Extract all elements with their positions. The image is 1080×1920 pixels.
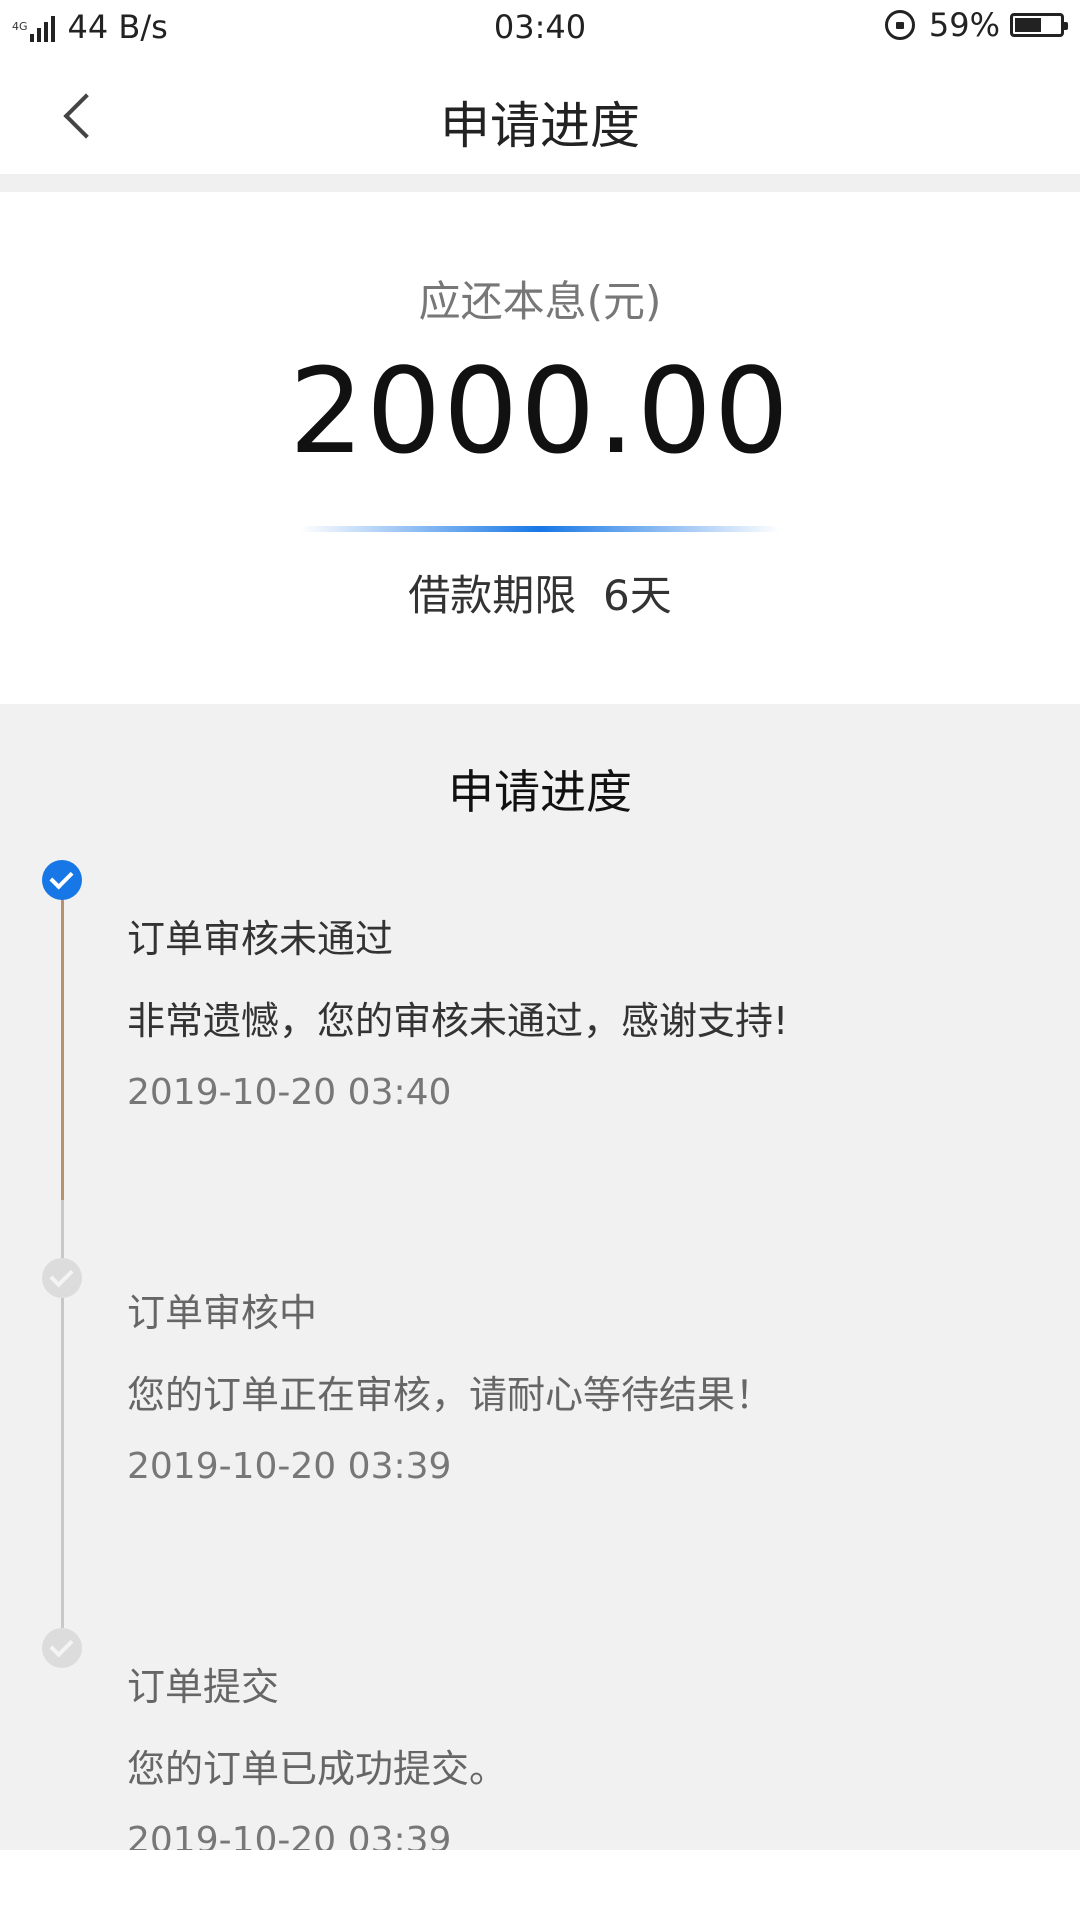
progress-title: 申请进度: [448, 765, 632, 819]
section-divider: [0, 174, 1080, 192]
step-description: 非常遗憾，您的审核未通过，感谢支持!: [127, 999, 789, 1043]
step-title: 订单审核中: [127, 1291, 318, 1335]
step-time: 2019-10-20 03:39: [127, 1820, 452, 1850]
loan-term: 借款期限 6天: [0, 562, 1080, 623]
page-title: 申请进度: [440, 97, 640, 155]
loan-term-value: 6天: [602, 571, 672, 620]
lock-rotate-icon: [884, 10, 915, 40]
timeline-line-2: [61, 1200, 64, 1258]
step-time: 2019-10-20 03:40: [127, 1072, 452, 1113]
check-circle-icon: [42, 860, 82, 900]
step-time: 2019-10-20 03:39: [127, 1446, 452, 1487]
step-title: 订单审核未通过: [127, 917, 394, 961]
loan-summary: 应还本息(元) 2000.00 借款期限 6天: [0, 192, 1080, 704]
progress-section: 申请进度 订单审核未通过 非常遗憾，您的审核未通过，感谢支持! 2019-10-…: [0, 704, 1080, 1850]
battery-percent: 59%: [928, 6, 1000, 44]
amount-value: 2000.00: [289, 342, 791, 480]
battery-icon: [1010, 13, 1068, 37]
check-circle-icon: [42, 1258, 82, 1298]
status-right: 59%: [884, 6, 1068, 44]
step-title: 订单提交: [127, 1665, 280, 1709]
check-circle-icon: [42, 1628, 82, 1668]
timeline-line-1: [61, 880, 64, 1200]
timeline-line-3: [61, 1298, 64, 1628]
step-description: 您的订单正在审核，请耐心等待结果！: [127, 1373, 774, 1417]
step-description: 您的订单已成功提交。: [127, 1747, 508, 1791]
nav-bar: 申请进度: [0, 56, 1080, 174]
loan-term-label: 借款期限: [408, 571, 577, 620]
amount-label: 应还本息(元): [418, 277, 662, 326]
accent-line: [300, 526, 780, 532]
status-bar: 4G 44 B/s 03:40 59%: [0, 0, 1080, 56]
battery-fill: [1015, 18, 1041, 32]
